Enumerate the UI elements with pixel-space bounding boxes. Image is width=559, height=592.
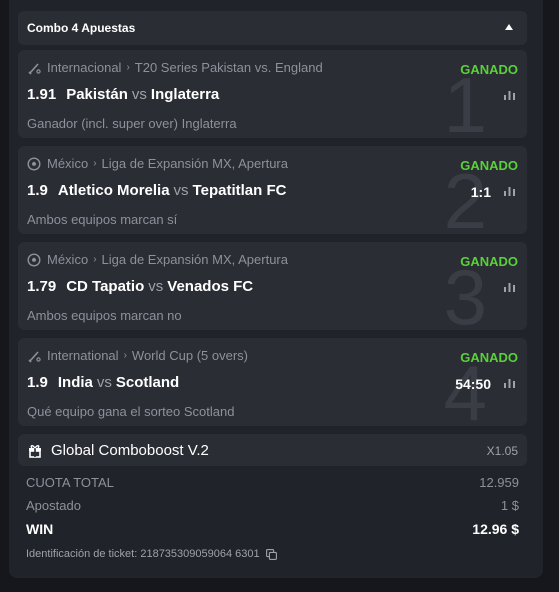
status-badge: GANADO: [460, 158, 518, 173]
leg-meta: México › Liga de Expansión MX, Apertura: [27, 252, 288, 267]
leg-score: 54:50: [455, 376, 491, 392]
leg-meta: International › World Cup (5 overs): [27, 348, 248, 363]
team-home: CD Tapatio: [66, 278, 145, 295]
caret-up-icon[interactable]: [505, 24, 513, 30]
status-badge: GANADO: [460, 350, 518, 365]
leg-market: Ambos equipos marcan sí: [27, 212, 178, 227]
stake-value: 1 $: [500, 498, 519, 513]
leg-market: Ganador (incl. super over) Inglaterra: [27, 116, 237, 131]
win-value: 12.96 $: [472, 521, 519, 537]
soccer-ball-icon: [27, 252, 41, 267]
ticket-id: Identificación de ticket: 21873530905906…: [26, 548, 277, 560]
stats-icon[interactable]: [504, 186, 515, 196]
vs-label: vs: [96, 374, 112, 391]
team-home: India: [57, 374, 93, 391]
bet-leg: 1 Internacional › T20 Series Pakistan vs…: [18, 50, 527, 138]
combo-header[interactable]: Combo 4 Apuestas: [18, 11, 527, 45]
team-away: Tepatitlan FC: [192, 182, 287, 199]
leg-selection: 1.9 India vs Scotland: [27, 374, 179, 391]
stats-icon[interactable]: [504, 90, 515, 100]
leg-selection: 1.9 Atletico Morelia vs Tepatitlan FC: [27, 182, 286, 199]
ticket-label: Identificación de ticket: 21873530905906…: [26, 548, 260, 560]
leg-meta: México › Liga de Expansión MX, Apertura: [27, 156, 288, 171]
bet-leg: 2 México › Liga de Expansión MX, Apertur…: [18, 146, 527, 234]
vs-label: vs: [131, 86, 147, 103]
leg-country: México: [47, 252, 89, 267]
leg-market: Qué equipo gana el sorteo Scotland: [27, 404, 235, 419]
boost-label: Global Comboboost V.2: [51, 442, 209, 459]
total-odds-label: CUOTA TOTAL: [26, 475, 114, 490]
leg-odds: 1.79: [27, 278, 57, 295]
vs-label: vs: [173, 182, 189, 199]
stats-icon[interactable]: [504, 282, 515, 292]
leg-selection: 1.91 Pakistán vs Inglaterra: [27, 86, 219, 103]
leg-selection: 1.79 CD Tapatio vs Venados FC: [27, 278, 253, 295]
leg-league: T20 Series Pakistan vs. England: [134, 60, 323, 75]
cricket-icon: [28, 62, 41, 75]
team-home: Atletico Morelia: [57, 182, 170, 199]
cricket-icon: [28, 350, 41, 363]
team-away: Inglaterra: [150, 86, 220, 103]
win-row: WIN 12.96 $: [26, 521, 519, 537]
team-home: Pakistán: [66, 86, 128, 103]
chevron-right-icon: ›: [123, 350, 127, 361]
leg-score: 1:1: [470, 184, 491, 200]
bet-leg: 4 International › World Cup (5 overs) GA…: [18, 338, 527, 426]
soccer-ball-icon: [27, 156, 41, 171]
leg-odds: 1.91: [27, 86, 57, 103]
stake-row: Apostado 1 $: [26, 498, 519, 513]
leg-meta: Internacional › T20 Series Pakistan vs. …: [27, 60, 323, 75]
chevron-right-icon: ›: [93, 254, 97, 265]
combo-title: Combo 4 Apuestas: [27, 21, 136, 35]
leg-odds: 1.9: [27, 374, 48, 391]
leg-country: International: [47, 348, 119, 363]
leg-league: Liga de Expansión MX, Apertura: [101, 156, 288, 171]
leg-league: World Cup (5 overs): [131, 348, 248, 363]
status-badge: GANADO: [460, 254, 518, 269]
leg-country: Internacional: [47, 60, 122, 75]
stats-icon[interactable]: [504, 378, 515, 388]
status-badge: GANADO: [460, 62, 518, 77]
vs-label: vs: [148, 278, 164, 295]
chevron-right-icon: ›: [93, 158, 97, 169]
gift-icon: [29, 445, 41, 458]
team-away: Venados FC: [167, 278, 254, 295]
leg-market: Ambos equipos marcan no: [27, 308, 182, 323]
team-away: Scotland: [115, 374, 180, 391]
leg-odds: 1.9: [27, 182, 48, 199]
boost-multiplier: X1.05: [486, 444, 518, 458]
leg-country: México: [47, 156, 89, 171]
copy-icon[interactable]: [265, 548, 277, 560]
total-odds-value: 12.959: [479, 475, 519, 490]
chevron-right-icon: ›: [126, 62, 130, 73]
total-odds-row: CUOTA TOTAL 12.959: [26, 475, 519, 490]
stake-label: Apostado: [26, 498, 81, 513]
leg-league: Liga de Expansión MX, Apertura: [101, 252, 288, 267]
win-label: WIN: [26, 521, 54, 537]
bet-leg: 3 México › Liga de Expansión MX, Apertur…: [18, 242, 527, 330]
comboboost-row: Global Comboboost V.2 X1.05: [18, 434, 527, 466]
